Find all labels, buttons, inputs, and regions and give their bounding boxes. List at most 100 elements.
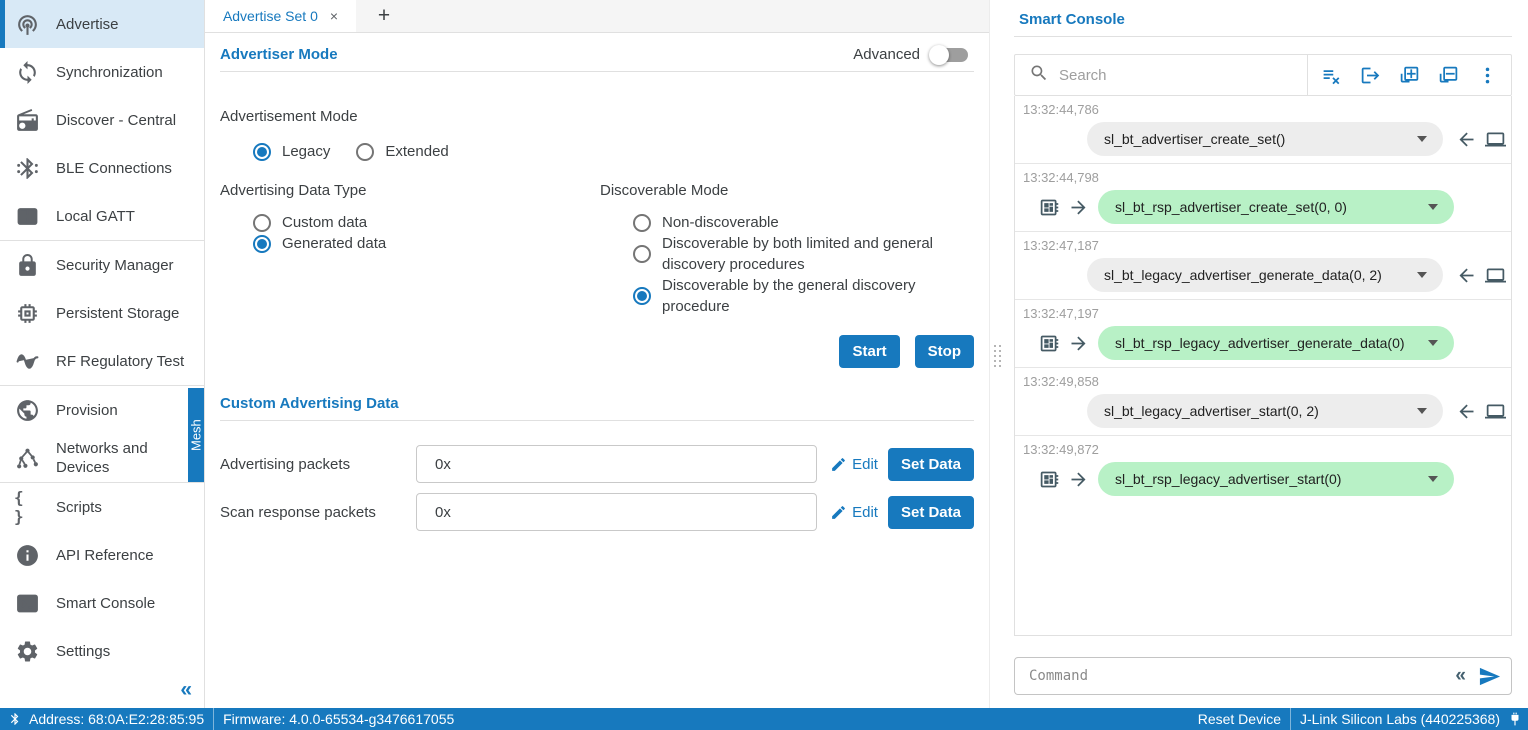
sidebar-item-local-gatt[interactable]: Local GATT	[0, 192, 204, 240]
stop-button[interactable]: Stop	[915, 335, 974, 368]
timestamp: 13:32:49,858	[1023, 373, 1503, 391]
radio-button[interactable]	[633, 287, 651, 305]
sine-wave-icon	[14, 349, 41, 374]
radio-button[interactable]	[253, 143, 271, 161]
gear-icon	[14, 639, 41, 664]
search-icon	[1029, 63, 1049, 88]
tab-bar: Advertise Set 0 × +	[205, 0, 989, 33]
more-menu-icon[interactable]	[1474, 62, 1501, 89]
export-log-icon[interactable]	[1357, 62, 1384, 89]
advertisement-mode-options: Legacy Extended	[253, 141, 974, 162]
status-bar: Address: 68:0A:E2:28:85:95 Firmware: 4.0…	[0, 708, 1528, 730]
add-tab-button[interactable]: +	[356, 0, 412, 32]
command-text: sl_bt_advertiser_create_set()	[1104, 131, 1285, 147]
arrow-left-icon	[1456, 401, 1477, 422]
bluetooth-connections-icon	[14, 156, 41, 181]
set-data-button[interactable]: Set Data	[888, 496, 974, 529]
packet-data-input[interactable]	[416, 493, 817, 531]
connected-device-label[interactable]: J-Link Silicon Labs (440225368)	[1300, 711, 1500, 727]
command-dropdown[interactable]: sl_bt_rsp_advertiser_create_set(0, 0)	[1098, 190, 1454, 224]
discoverable-mode-options: Non-discoverableDiscoverable by both lim…	[633, 212, 974, 317]
app-window: AdvertiseSynchronization Discover - Centr…	[0, 0, 1528, 730]
timestamp: 13:32:49,872	[1023, 441, 1503, 459]
sidebar-item-label: RF Regulatory Test	[56, 352, 184, 371]
command-text: sl_bt_rsp_legacy_advertiser_start(0)	[1115, 471, 1341, 487]
sidebar-item-rf-regulatory-test[interactable]: RF Regulatory Test	[0, 337, 204, 385]
radio-button[interactable]	[633, 245, 651, 263]
packet-row-scan-response-packets: Scan response packetsEditSet Data	[220, 493, 974, 531]
radio-button[interactable]	[253, 235, 271, 253]
radio-option-generated-data[interactable]: Generated data	[253, 233, 600, 254]
edit-packet-button[interactable]: Edit	[830, 456, 878, 473]
sidebar-item-smart-console[interactable]: Smart Console	[0, 579, 204, 627]
send-command-button[interactable]	[1478, 665, 1501, 688]
command-dropdown[interactable]: sl_bt_legacy_advertiser_start(0, 2)	[1087, 394, 1443, 428]
radio-option-extended[interactable]: Extended	[356, 141, 448, 162]
braces-icon: { }	[14, 488, 41, 526]
sync-icon	[14, 60, 41, 85]
radio-option-discoverable-by-the-general-discovery-pr[interactable]: Discoverable by the general discovery pr…	[633, 275, 974, 317]
sidebar-item-settings[interactable]: Settings	[0, 627, 204, 675]
firmware-version: Firmware: 4.0.0-65534-g3476617055	[223, 711, 454, 727]
radio-label: Custom data	[282, 212, 367, 233]
sidebar-item-persistent-storage[interactable]: Persistent Storage	[0, 289, 204, 337]
board-icon	[1039, 333, 1060, 354]
command-text: sl_bt_legacy_advertiser_generate_data(0,…	[1104, 267, 1382, 283]
terminal-icon	[14, 591, 41, 616]
sidebar-item-advertise[interactable]: Advertise	[0, 0, 204, 48]
panel-splitter[interactable]	[990, 0, 1004, 708]
command-row: «	[1014, 657, 1512, 695]
discoverable-mode-label: Discoverable Mode	[600, 182, 974, 199]
radio-option-custom-data[interactable]: Custom data	[253, 212, 600, 233]
radio-button[interactable]	[356, 143, 374, 161]
tab-advertise-set-0[interactable]: Advertise Set 0 ×	[205, 0, 356, 32]
start-button[interactable]: Start	[839, 335, 899, 368]
command-collapse-button[interactable]: «	[1455, 665, 1466, 687]
command-dropdown[interactable]: sl_bt_rsp_legacy_advertiser_generate_dat…	[1098, 326, 1454, 360]
command-input[interactable]	[1029, 668, 1443, 684]
command-dropdown[interactable]: sl_bt_legacy_advertiser_generate_data(0,…	[1087, 258, 1443, 292]
command-text: sl_bt_rsp_advertiser_create_set(0, 0)	[1115, 199, 1347, 215]
expand-all-icon[interactable]	[1396, 62, 1423, 89]
radio-button[interactable]	[253, 214, 271, 232]
radio-option-non-discoverable[interactable]: Non-discoverable	[633, 212, 974, 233]
command-dropdown[interactable]: sl_bt_advertiser_create_set()	[1087, 122, 1443, 156]
advertiser-content: Advertiser Mode Advanced Advertisement M…	[205, 33, 989, 708]
radio-option-legacy[interactable]: Legacy	[253, 141, 330, 162]
main-panel: Advertise Set 0 × + Advertiser Mode Adva…	[205, 0, 990, 708]
advanced-toggle[interactable]	[932, 48, 968, 62]
sent-to-device-indicator	[1456, 129, 1506, 150]
arrow-left-icon	[1456, 129, 1477, 150]
packet-data-input[interactable]	[416, 445, 817, 483]
device-address: Address: 68:0A:E2:28:85:95	[29, 711, 204, 727]
set-data-button[interactable]: Set Data	[888, 448, 974, 481]
sidebar-item-scripts[interactable]: { }Scripts	[0, 483, 204, 531]
command-dropdown[interactable]: sl_bt_rsp_legacy_advertiser_start(0)	[1098, 462, 1454, 496]
edit-packet-button[interactable]: Edit	[830, 504, 878, 521]
collapse-all-icon[interactable]	[1435, 62, 1462, 89]
radio-button[interactable]	[633, 214, 651, 232]
sidebar-collapse-button[interactable]: «	[180, 678, 192, 702]
reset-device-button[interactable]: Reset Device	[1198, 711, 1281, 727]
sidebar-item-provision[interactable]: Provision	[0, 386, 204, 434]
sidebar-item-security-manager[interactable]: Security Manager	[0, 241, 204, 289]
arrow-right-icon	[1068, 197, 1089, 218]
radio-option-discoverable-by-both-limited-and-general[interactable]: Discoverable by both limited and general…	[633, 233, 974, 275]
clear-log-icon[interactable]	[1318, 62, 1345, 89]
console-toolbar	[1014, 54, 1512, 96]
board-icon	[1039, 197, 1060, 218]
device-response-indicator	[1039, 469, 1089, 490]
smart-console-panel: Smart Console 13:32:44,786sl_bt_advertis…	[1004, 0, 1528, 708]
sidebar-item-networks-and-devices[interactable]: Networks and Devices	[0, 434, 204, 482]
sidebar-item-synchronization[interactable]: Synchronization	[0, 48, 204, 96]
sidebar-item-api-reference[interactable]: API Reference	[0, 531, 204, 579]
arrow-left-icon	[1456, 265, 1477, 286]
tab-close-icon[interactable]: ×	[330, 8, 338, 24]
search-input[interactable]	[1059, 67, 1307, 84]
dropdown-caret-icon	[1417, 272, 1427, 278]
sidebar-item-discover-central[interactable]: Discover - Central	[0, 96, 204, 144]
sidebar-item-ble-connections[interactable]: BLE Connections	[0, 144, 204, 192]
sent-to-device-indicator	[1456, 265, 1506, 286]
sidebar-item-label: Discover - Central	[56, 111, 176, 130]
sidebar-item-label: Provision	[56, 401, 118, 420]
